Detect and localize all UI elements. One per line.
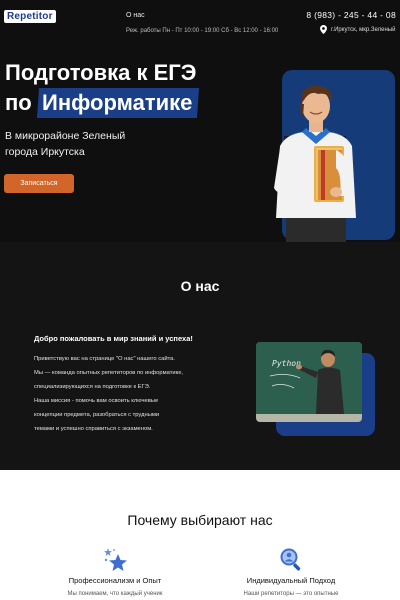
hero-section: Repetitor О нас Реж. работы Пн - Пт 10:0… (0, 0, 400, 242)
stars-icon (104, 548, 127, 571)
about-paragraph: Мы — команда опытных репетиторов по инфо… (34, 370, 184, 376)
hero-title-prefix: по (5, 90, 32, 115)
about-section: О нас Добро пожаловать в мир знаний и ус… (0, 242, 400, 470)
feature-text: Наши репетиторы — это опытные (243, 591, 339, 597)
nav-link-about[interactable]: О нас (126, 12, 145, 19)
address-text: г.Иркутск, мкр.Зеленый (331, 26, 396, 33)
about-welcome: Добро пожаловать в мир знаний и успеха! (34, 334, 193, 343)
phone-number[interactable]: 8 (983) - 245 - 44 - 08 (306, 10, 396, 20)
site-logo[interactable]: Repetitor (4, 10, 56, 23)
about-paragraph: Наша миссия - помочь вам освоить ключевы… (34, 398, 159, 404)
hero-title: Подготовка к ЕГЭ по Информатике (5, 58, 200, 118)
hero-title-line1: Подготовка к ЕГЭ (5, 60, 197, 85)
teacher-at-board-photo: Python (256, 342, 362, 422)
why-section: Почему выбирают нас Профессионализм и Оп… (0, 470, 400, 600)
signup-button[interactable]: Записаться (4, 174, 74, 193)
feature-card-experience: Профессионализм и Опыт Мы понимаем, что … (60, 546, 170, 597)
magnifier-person-icon (280, 548, 301, 571)
about-paragraph: концепции предмета, разобраться с трудны… (34, 412, 160, 418)
feature-text: Мы понимаем, что каждый ученик (67, 591, 163, 597)
hero-subtitle: В микрорайоне Зеленый города Иркутска (5, 130, 126, 158)
about-paragraph: Приветствую вас на странице "О нас" наше… (34, 356, 176, 362)
address: г.Иркутск, мкр.Зеленый (320, 25, 395, 34)
hero-title-highlight: Информатике (36, 88, 200, 118)
about-title: О нас (180, 278, 220, 294)
student-photo (274, 86, 356, 242)
location-pin-icon (320, 25, 327, 34)
about-text: Приветствую вас на странице "О нас" наше… (34, 352, 234, 436)
hero-title-line2: по Информатике (5, 88, 200, 118)
why-title: Почему выбирают нас (127, 512, 273, 528)
feature-card-individual: Индивидуальный Подход Наши репетиторы — … (226, 546, 356, 597)
about-paragraph: темами и успешно справиться с экзаменом. (34, 426, 153, 432)
working-hours: Реж. работы Пн - Пт 10:00 - 19:00 Сб - В… (126, 28, 279, 34)
feature-title: Индивидуальный Подход (246, 576, 336, 585)
feature-title: Профессионализм и Опыт (68, 576, 162, 585)
about-paragraph: специализирующихся на подготовке к ЕГЭ. (34, 384, 151, 390)
